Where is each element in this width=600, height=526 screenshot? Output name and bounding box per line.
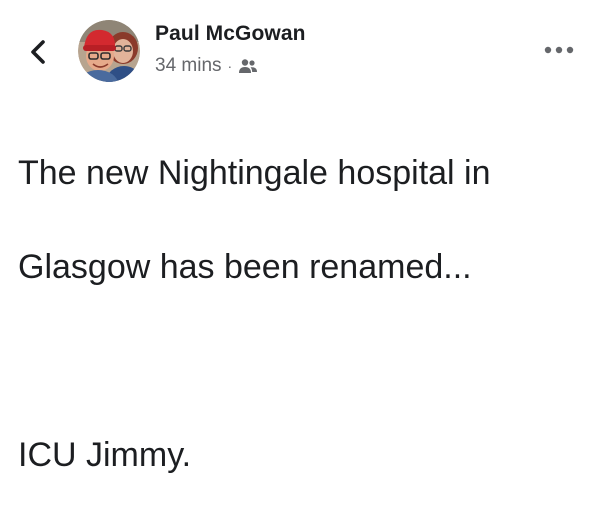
avatar-photo <box>78 20 140 82</box>
post-header-and-body: Paul McGowan 34 mins · The new Nightinga… <box>0 0 600 474</box>
post-text: The new Nightingale hospital in Glasgow … <box>18 103 588 526</box>
meta-separator: · <box>227 58 233 74</box>
more-options-button[interactable] <box>542 38 576 62</box>
post-text-line: The new Nightingale hospital in <box>18 154 491 192</box>
paragraph-break <box>18 338 588 385</box>
post-text-line: Glasgow has been renamed... <box>18 248 472 286</box>
author-name[interactable]: Paul McGowan <box>155 22 306 46</box>
friends-icon[interactable] <box>238 58 258 74</box>
post-meta: 34 mins · <box>155 54 258 78</box>
avatar[interactable] <box>78 20 140 82</box>
back-button[interactable] <box>24 34 52 70</box>
post-text-line: ICU Jimmy. <box>18 436 192 474</box>
post-timestamp[interactable]: 34 mins <box>155 55 222 77</box>
more-options-icon <box>544 46 574 54</box>
chevron-left-icon <box>31 40 45 64</box>
